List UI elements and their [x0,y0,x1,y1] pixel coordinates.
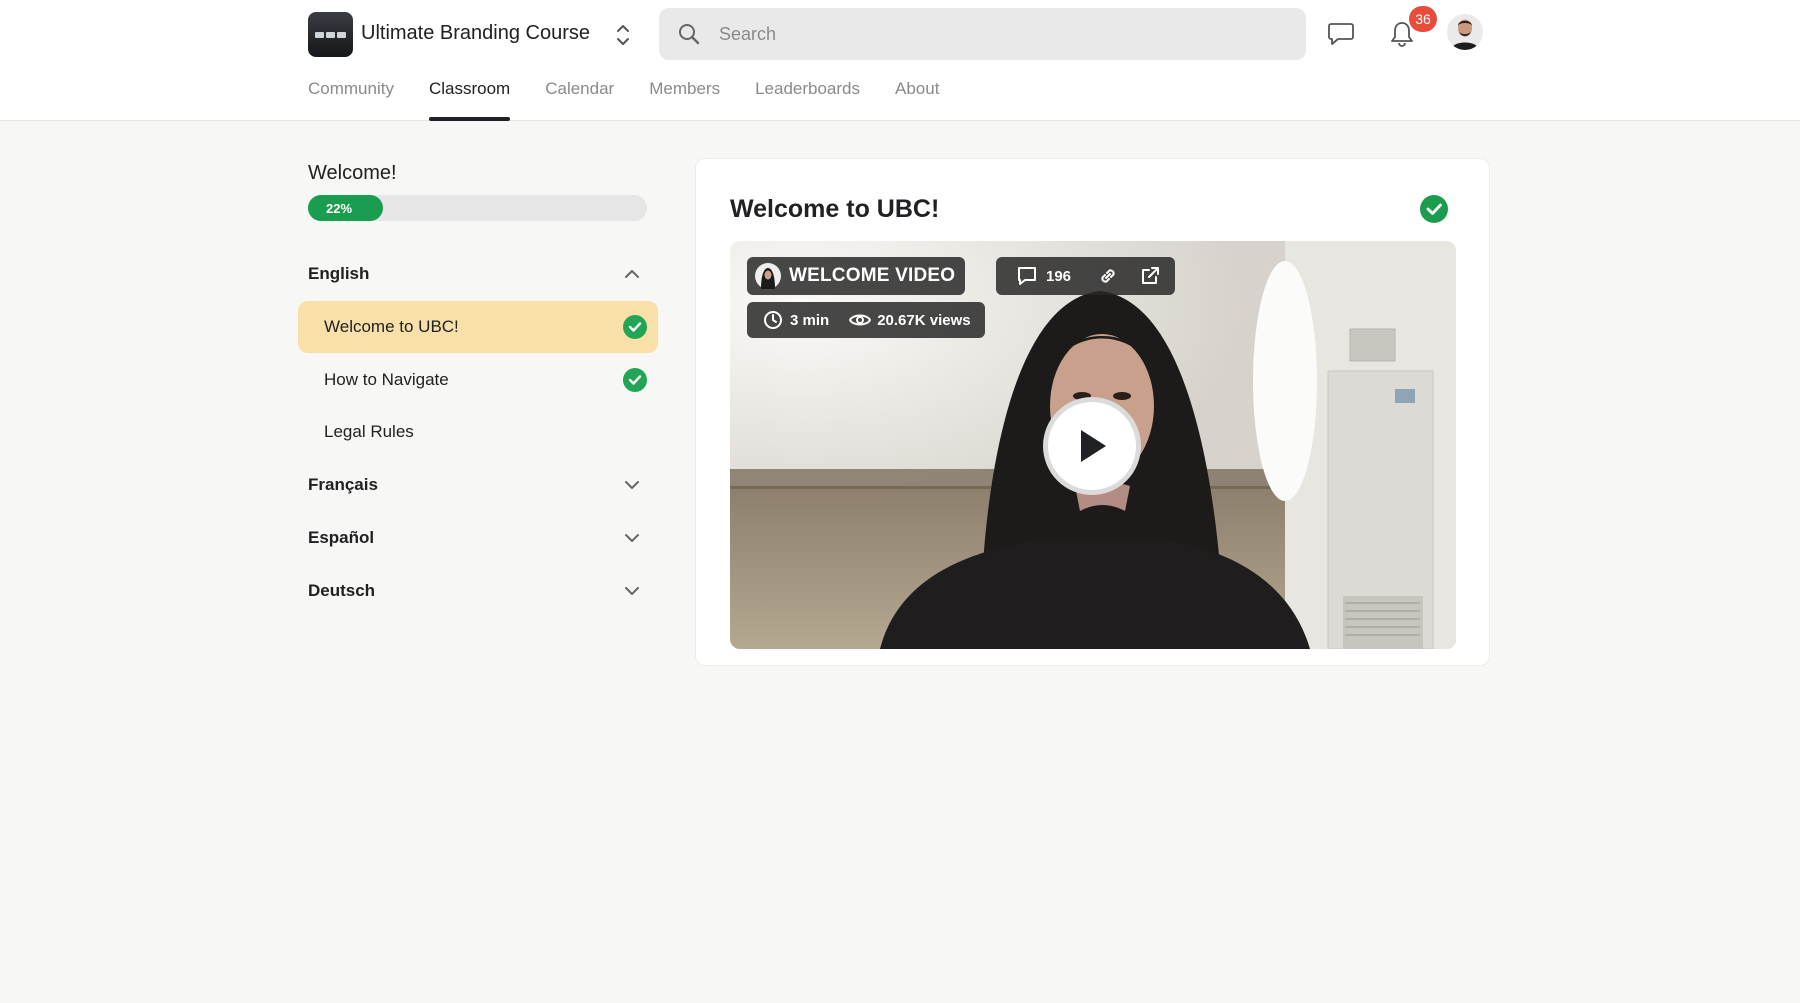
chevron-down-icon [625,534,639,542]
course-title: Welcome! [308,162,397,184]
tab-leaderboards[interactable]: Leaderboards [755,79,860,121]
section-deutsch[interactable]: Deutsch [308,576,648,606]
video-player[interactable]: WELCOME VIDEO 196 3 min 20.67K views [730,241,1456,649]
search-icon [679,24,700,45]
lesson-title: Welcome to UBC! [730,195,940,223]
section-label: English [308,264,370,283]
search-input[interactable] [719,8,1279,60]
play-icon [1081,430,1106,462]
course-progress-bar: 22% [308,195,647,221]
tab-calendar[interactable]: Calendar [545,79,614,121]
chevron-down-icon [625,587,639,595]
check-icon [623,315,647,339]
play-button[interactable] [1043,397,1141,495]
lesson-label: Welcome to UBC! [324,317,459,336]
video-meta-pill: 3 min 20.67K views [747,302,985,338]
video-duration: 3 min [790,311,830,329]
tab-members[interactable]: Members [649,79,720,121]
chevron-down-icon [625,481,639,489]
lesson-content-card: Welcome to UBC! WELCOME VIDEO 196 3 min … [695,158,1490,666]
comment-icon[interactable] [1016,265,1038,287]
open-external-icon[interactable] [1139,265,1161,287]
chat-icon[interactable] [1325,18,1357,50]
tab-community[interactable]: Community [308,79,394,121]
chevron-up-icon [625,270,639,278]
main-tabs: Community Classroom Calendar Members Lea… [308,79,974,121]
lesson-label: How to Navigate [324,370,449,389]
video-views: 20.67K views [877,311,971,329]
section-espanol[interactable]: Español [308,523,648,553]
video-label: WELCOME VIDEO [789,265,956,286]
section-francais[interactable]: Français [308,470,648,500]
link-icon[interactable] [1097,265,1119,287]
section-label: Español [308,528,375,547]
notification-badge: 36 [1409,6,1437,32]
group-logo-icon[interactable] [308,12,353,57]
clock-icon [764,311,782,329]
lesson-item-navigate[interactable]: How to Navigate [298,354,658,406]
progress-fill: 22% [308,195,383,221]
video-actions-pill: 196 [996,257,1176,295]
top-bar: Ultimate Branding Course 36 Community Cl… [0,0,1800,121]
tab-classroom[interactable]: Classroom [428,79,511,121]
lesson-item-legal[interactable]: Legal Rules [298,406,658,458]
lesson-item-welcome[interactable]: Welcome to UBC! [298,301,658,353]
section-label: Français [308,475,378,494]
group-name[interactable]: Ultimate Branding Course [361,22,590,45]
lesson-label: Legal Rules [324,422,414,441]
creator-avatar-icon [755,263,781,289]
section-label: Deutsch [308,581,376,600]
tab-about[interactable]: About [895,79,939,121]
avatar[interactable] [1447,14,1483,50]
comment-count: 196 [1046,267,1072,285]
check-icon [623,368,647,392]
video-label-pill: WELCOME VIDEO [747,257,966,295]
switch-group-icon[interactable] [613,22,633,48]
mark-complete-icon[interactable] [1420,195,1448,223]
section-english[interactable]: English [308,259,648,289]
eye-icon [849,314,872,326]
search-bar[interactable] [659,8,1306,60]
